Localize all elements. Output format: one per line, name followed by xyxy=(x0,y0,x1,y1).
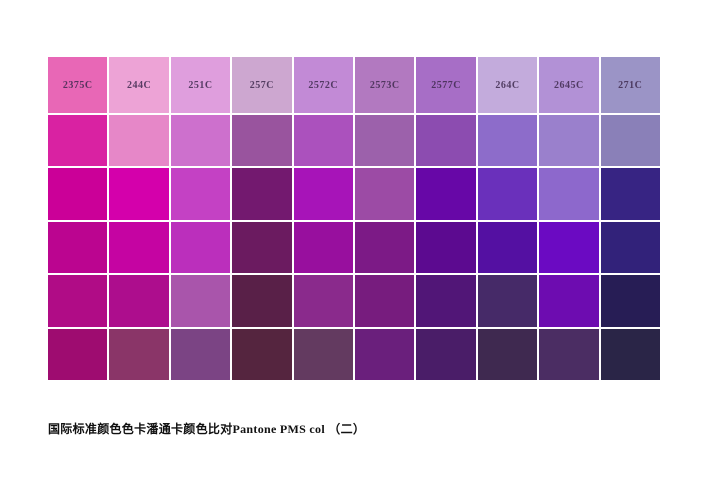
column-header-swatch-257C: 257C xyxy=(232,57,292,113)
swatch-264C-row2 xyxy=(477,115,538,167)
swatch-257C-row6 xyxy=(232,328,292,380)
column-header-swatch-2573C: 2573C xyxy=(355,57,415,113)
swatch-271C-row5 xyxy=(600,275,660,327)
column-header-swatch-2572C: 2572C xyxy=(293,57,353,113)
swatch-244C-row5 xyxy=(109,275,169,327)
column-label: 2573C xyxy=(369,79,400,91)
column-label: 2577C xyxy=(431,79,461,91)
swatch-251C-row3 xyxy=(170,168,231,220)
swatch-2645C-row5 xyxy=(539,275,599,327)
swatch-271C-row6 xyxy=(600,328,660,380)
swatch-2577C-row4 xyxy=(416,221,476,274)
swatch-2573C-row3 xyxy=(355,168,415,220)
column-label: 251C xyxy=(188,79,213,91)
swatch-2573C-row6 xyxy=(355,328,415,380)
swatch-2572C-row3 xyxy=(293,168,353,220)
swatch-264C-row6 xyxy=(477,328,538,380)
swatch-2577C-row6 xyxy=(416,328,476,380)
swatch-2577C-row2 xyxy=(416,115,476,167)
swatch-257C-row2 xyxy=(232,115,292,167)
column-label: 257C xyxy=(249,79,274,91)
column-label: 264C xyxy=(495,79,520,91)
swatch-2375C-row6 xyxy=(48,328,108,380)
swatch-271C-row3 xyxy=(600,168,660,220)
column-label: 2375C xyxy=(62,79,93,91)
swatch-251C-row5 xyxy=(170,275,231,327)
column-header-swatch-264C: 264C xyxy=(477,57,538,113)
swatch-257C-row4 xyxy=(232,221,292,274)
swatch-251C-row2 xyxy=(170,115,231,167)
swatch-264C-row3 xyxy=(477,168,538,220)
column-header-swatch-2577C: 2577C xyxy=(416,57,476,113)
swatch-2572C-row4 xyxy=(293,221,353,274)
column-label: 2645C xyxy=(554,79,584,91)
swatch-271C-row2 xyxy=(600,115,660,167)
column-header-swatch-251C: 251C xyxy=(170,57,231,113)
swatch-244C-row4 xyxy=(109,221,169,274)
swatch-2572C-row5 xyxy=(293,275,353,327)
swatch-2375C-row5 xyxy=(48,275,108,327)
swatch-244C-row3 xyxy=(109,168,169,220)
swatch-264C-row4 xyxy=(477,221,538,274)
column-label: 244C xyxy=(126,79,152,91)
column-header-swatch-2375C: 2375C xyxy=(48,57,108,113)
color-grid: 2375C 244C 251C 257C 2572C 2573C 2577C 264C 2645… xyxy=(48,57,660,380)
swatch-264C-row5 xyxy=(477,275,538,327)
swatch-251C-row4 xyxy=(170,221,231,274)
swatch-2375C-row2 xyxy=(48,115,108,167)
swatch-2645C-row3 xyxy=(539,168,599,220)
swatch-2573C-row4 xyxy=(355,221,415,274)
swatch-2375C-row3 xyxy=(48,168,108,220)
pantone-color-chart: 2375C 244C 251C 257C 2572C 2573C 2577C 264C 2645… xyxy=(0,0,707,500)
column-label: 271C xyxy=(618,79,643,91)
column-header-swatch-244C: 244C xyxy=(109,57,169,113)
swatch-257C-row3 xyxy=(232,168,292,220)
swatch-2577C-row5 xyxy=(416,275,476,327)
swatch-2645C-row6 xyxy=(539,328,599,380)
swatch-2573C-row2 xyxy=(355,115,415,167)
chart-caption: 国际标准颜色色卡潘通卡颜色比对Pantone PMS col （二） xyxy=(48,422,366,436)
swatch-271C-row4 xyxy=(600,221,660,274)
column-header-swatch-271C: 271C xyxy=(600,57,660,113)
column-label: 2572C xyxy=(308,79,339,91)
swatch-244C-row6 xyxy=(109,328,169,380)
swatch-2645C-row4 xyxy=(539,221,599,274)
swatch-251C-row6 xyxy=(170,328,231,380)
swatch-2375C-row4 xyxy=(48,221,108,274)
swatch-2572C-row2 xyxy=(293,115,353,167)
swatch-257C-row5 xyxy=(232,275,292,327)
swatch-2645C-row2 xyxy=(539,115,599,167)
column-header-swatch-2645C: 2645C xyxy=(539,57,599,113)
swatch-2572C-row6 xyxy=(293,328,353,380)
swatch-244C-row2 xyxy=(109,115,169,167)
swatch-2577C-row3 xyxy=(416,168,476,220)
swatch-2573C-row5 xyxy=(355,275,415,327)
